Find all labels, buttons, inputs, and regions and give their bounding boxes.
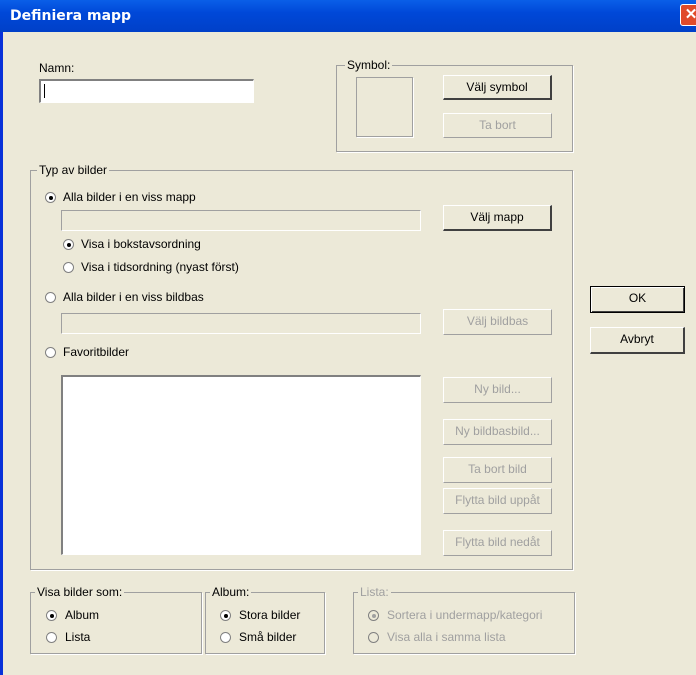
show-list-label: Lista [65, 630, 91, 644]
database-radio[interactable] [45, 292, 56, 303]
database-radio-label: Alla bilder i en viss bildbas [63, 290, 204, 304]
name-label: Namn: [39, 61, 75, 75]
show-album-radio[interactable] [46, 610, 57, 621]
choose-folder-button[interactable]: Välj mapp [443, 205, 552, 231]
dialog-window: Definiera mapp ✕ Namn: Symbol: Välj symb… [0, 0, 696, 675]
remove-image-button[interactable]: Ta bort bild [443, 457, 552, 483]
favorites-list[interactable] [61, 375, 421, 555]
new-image-button[interactable]: Ny bild... [443, 377, 552, 403]
sort-alpha-radio[interactable] [63, 239, 74, 250]
sort-time-radio[interactable] [63, 262, 74, 273]
ok-button[interactable]: OK [590, 286, 685, 313]
dialog-title: Definiera mapp [10, 8, 132, 24]
image-type-legend: Typ av bilder [37, 163, 110, 177]
show-all-same-label: Visa alla i samma lista [387, 630, 506, 644]
show-as-legend: Visa bilder som: [35, 585, 125, 599]
choose-database-button[interactable]: Välj bildbas [443, 309, 552, 335]
symbol-legend: Symbol: [345, 58, 393, 72]
show-album-label: Album [65, 608, 100, 622]
remove-symbol-button[interactable]: Ta bort [443, 113, 552, 138]
album-group: Album: [205, 585, 325, 654]
folder-path-field[interactable] [61, 210, 421, 231]
folder-radio[interactable] [45, 192, 56, 203]
large-images-label: Stora bilder [239, 608, 301, 622]
favorites-radio-label: Favoritbilder [63, 345, 130, 359]
name-input[interactable] [39, 79, 254, 103]
favorites-radio[interactable] [45, 347, 56, 358]
symbol-preview [356, 77, 413, 137]
list-group: Lista: [353, 585, 575, 654]
new-database-image-button[interactable]: Ny bildbasbild... [443, 419, 552, 445]
sort-alpha-label: Visa i bokstavsordning [81, 237, 201, 251]
sort-subfolder-radio[interactable] [368, 610, 379, 621]
title-bar[interactable]: Definiera mapp ✕ [0, 0, 696, 32]
close-button[interactable]: ✕ [680, 4, 696, 26]
show-as-group: Visa bilder som: [30, 585, 202, 654]
show-all-same-radio[interactable] [368, 632, 379, 643]
album-legend: Album: [210, 585, 252, 599]
list-legend: Lista: [358, 585, 391, 599]
move-image-up-button[interactable]: Flytta bild uppåt [443, 488, 552, 514]
database-path-field[interactable] [61, 313, 421, 334]
move-image-down-button[interactable]: Flytta bild nedåt [443, 530, 552, 556]
sort-subfolder-label: Sortera i undermapp/kategori [387, 608, 543, 622]
choose-symbol-button[interactable]: Välj symbol [443, 75, 552, 100]
large-images-radio[interactable] [220, 610, 231, 621]
sort-time-label: Visa i tidsordning (nyast först) [81, 260, 239, 274]
cancel-button[interactable]: Avbryt [590, 327, 685, 354]
text-caret [44, 84, 45, 98]
show-list-radio[interactable] [46, 632, 57, 643]
small-images-label: Små bilder [239, 630, 297, 644]
folder-radio-label: Alla bilder i en viss mapp [63, 190, 196, 204]
small-images-radio[interactable] [220, 632, 231, 643]
